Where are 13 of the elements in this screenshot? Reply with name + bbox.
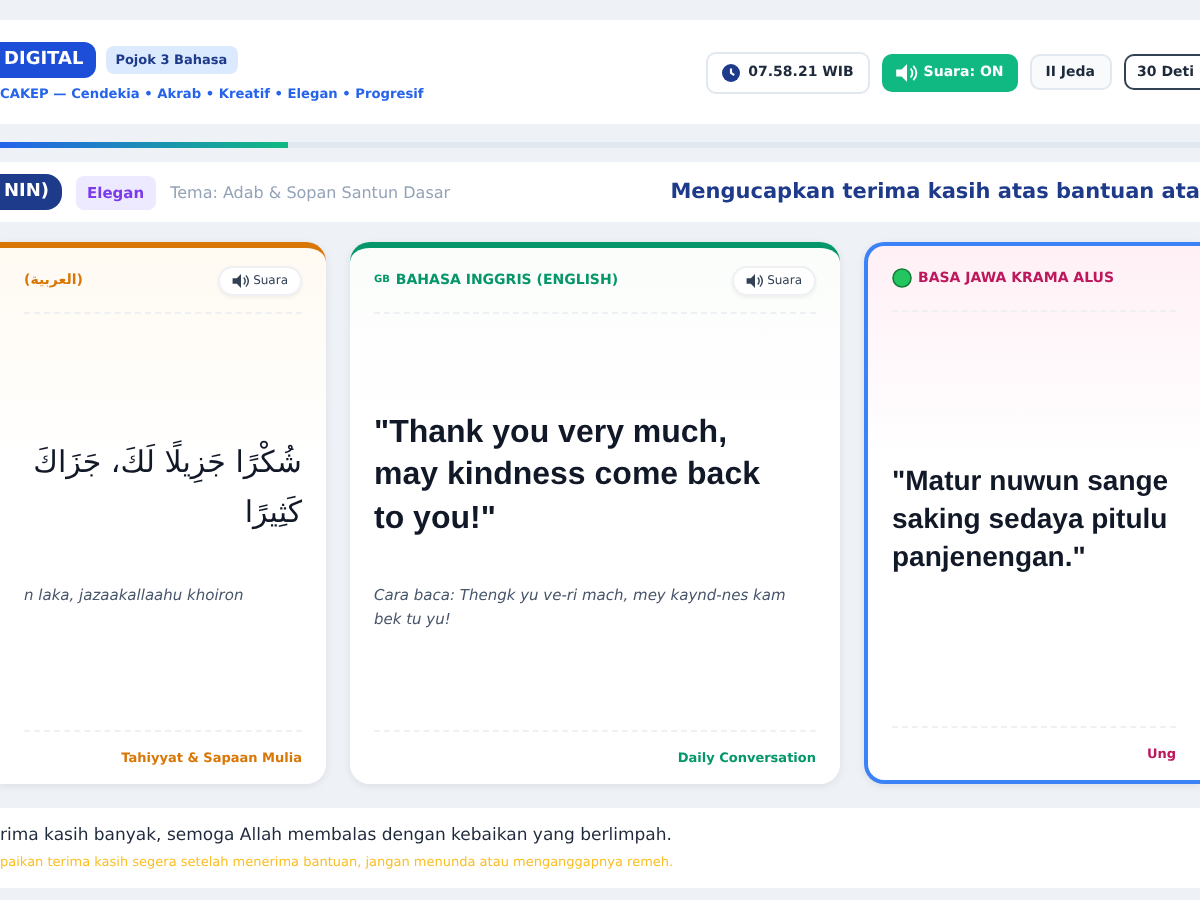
phrase-text: "Matur nuwun sange saking sedaya pitulu panjenengan." xyxy=(892,462,1171,576)
meaning-text: rima kasih banyak, semoga Allah membalas dengan kebaikan yang berlimpah. xyxy=(0,826,674,846)
clock-icon xyxy=(722,63,741,81)
phrase-text: "Thank you very much, may kindness come back to you!" xyxy=(374,413,762,540)
status-dot-icon xyxy=(892,268,912,288)
topic-title: Mengucapkan terima kasih atas bantuan ata xyxy=(670,180,1200,204)
phrase-text: شُكْرًا جَزِيلًا لَكَ، جَزَاكَ كَثِيرًا xyxy=(31,438,302,534)
speaker-icon xyxy=(745,273,764,287)
theme-text: Tema: Adab & Sopan Santun Dasar xyxy=(170,183,451,201)
speaker-icon xyxy=(231,273,250,287)
session-badge: NIN) xyxy=(0,174,62,210)
speaker-icon xyxy=(895,63,918,81)
brand-badge: DIGITAL xyxy=(0,42,96,78)
